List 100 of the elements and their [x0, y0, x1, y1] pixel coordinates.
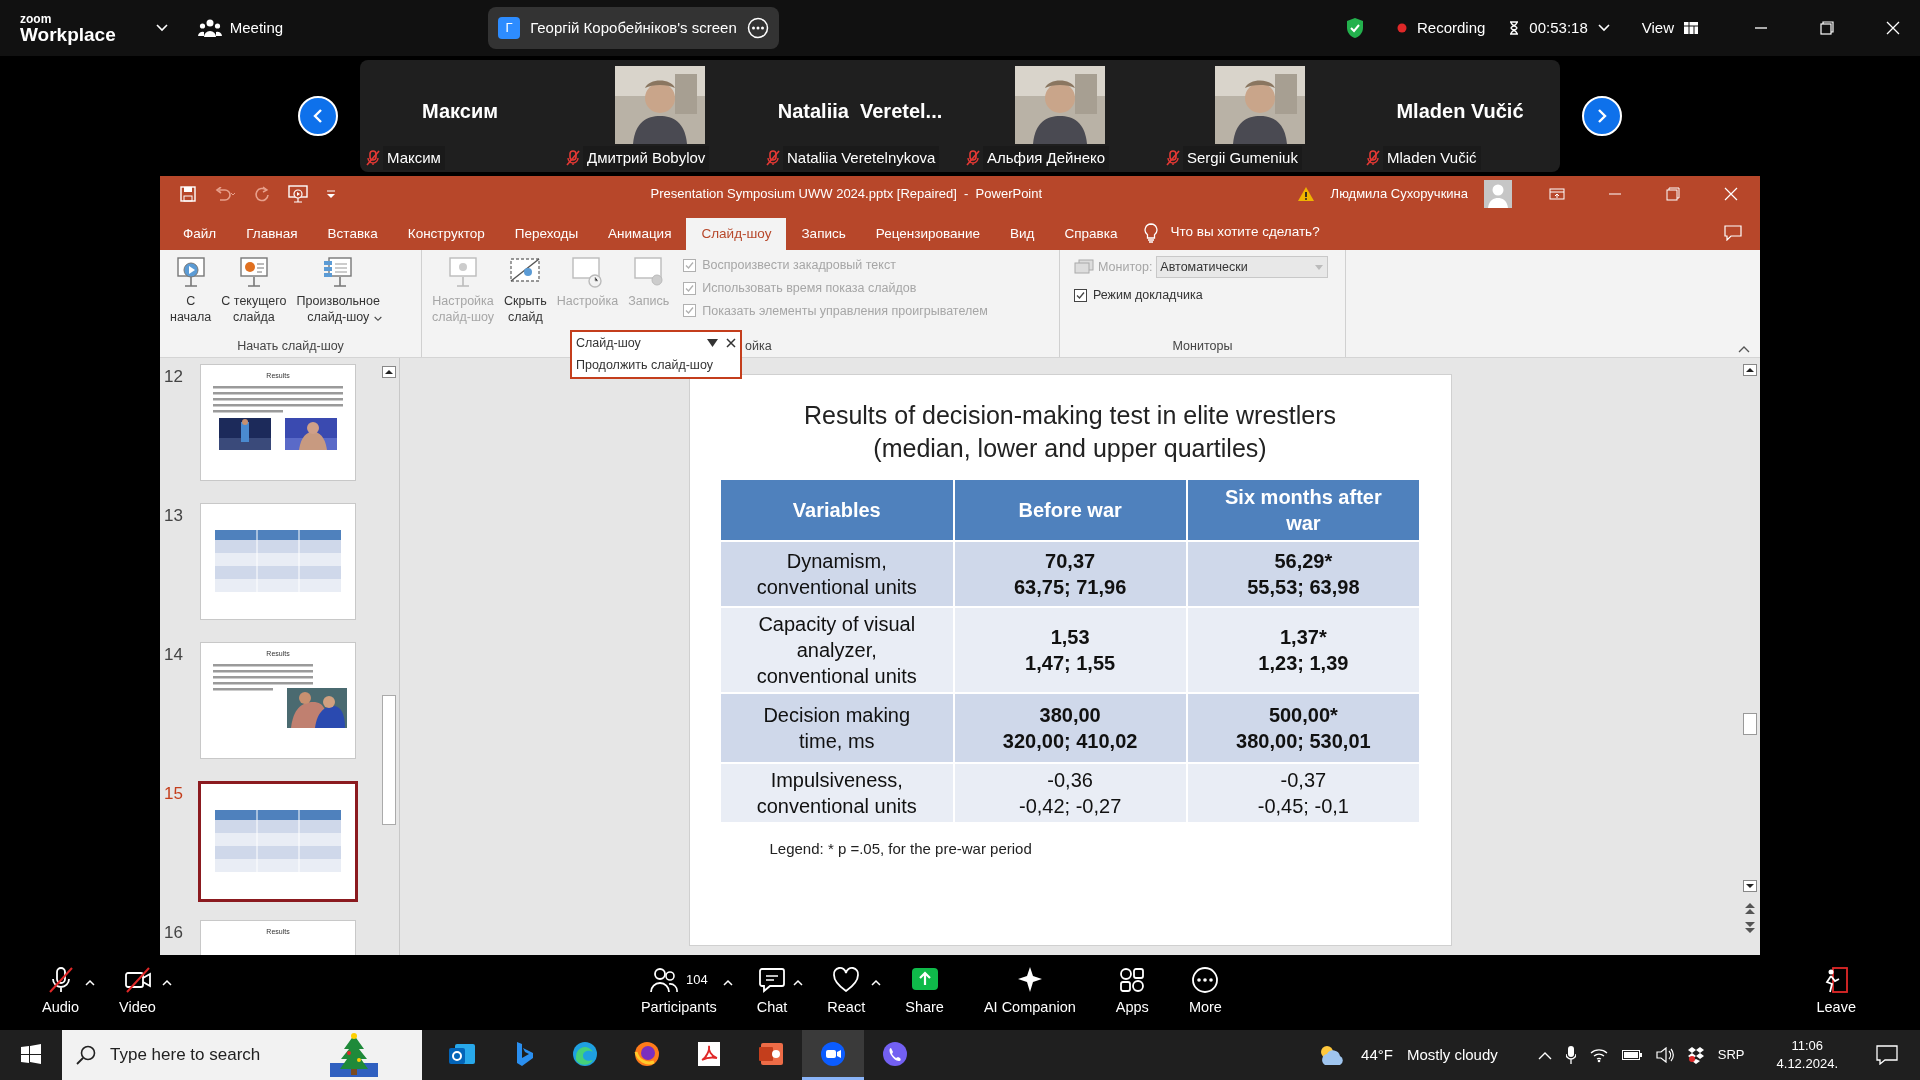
table-cell: Dynamism, conventional units — [720, 541, 954, 607]
caret-icon — [871, 978, 882, 986]
checkbox[interactable] — [1074, 288, 1087, 302]
restore-icon[interactable] — [1820, 21, 1834, 35]
toolbar-button[interactable]: Apps — [1109, 966, 1155, 1019]
table-cell: Capacity of visual analyzer, conventional units — [720, 607, 954, 693]
search-field[interactable]: Type here to search — [108, 1041, 318, 1069]
screen-share-indicator[interactable]: Г Георгій Коробейніков's screen — [488, 7, 779, 49]
monitor-label: Монитор: — [1098, 258, 1153, 276]
weather-text: Mostly cloudy — [1406, 1044, 1498, 1065]
table-cell: Decision making time, ms — [720, 693, 954, 763]
dropdown-icon[interactable] — [707, 339, 718, 348]
user-name[interactable]: Людмила Сухоручкина — [1330, 184, 1468, 204]
toolbar-button[interactable]: AI Companion — [977, 966, 1082, 1019]
next-slide-icon[interactable] — [1744, 921, 1756, 933]
undo-icon[interactable] — [214, 187, 236, 201]
ribbon-tab[interactable]: Анимация — [593, 218, 687, 250]
microphone-icon[interactable] — [1565, 1046, 1576, 1064]
muted-mic-icon — [1166, 149, 1180, 166]
toolbar-button[interactable]: Chat — [750, 966, 794, 1019]
collapse-ribbon-icon[interactable] — [1738, 345, 1750, 353]
more-icon — [1191, 966, 1220, 995]
ribbon-tab[interactable]: Вид — [995, 218, 1050, 250]
share-label: Георгій Коробейніков's screen — [530, 17, 737, 38]
ribbon-tab[interactable]: Запись — [786, 218, 861, 250]
toolbar-button[interactable]: Share — [899, 966, 950, 1019]
slide-number: 14 — [164, 644, 184, 666]
scroll-up-icon[interactable] — [382, 366, 396, 378]
caret-icon[interactable] — [1597, 24, 1610, 32]
scroll-up-icon[interactable] — [1743, 364, 1757, 376]
ribbon-tab[interactable]: Конструктор — [392, 218, 500, 250]
participant-label: Nataliia Veretelnykova — [783, 145, 940, 170]
caret-icon[interactable] — [155, 24, 168, 32]
dropdown-icon[interactable] — [373, 315, 382, 324]
box-icon[interactable] — [1687, 1046, 1704, 1064]
slide-number: 15 — [164, 783, 184, 805]
customize-icon[interactable] — [326, 189, 336, 199]
table-cell: -0,37 -0,45; -0,1 — [1186, 763, 1420, 823]
column-header: Before war — [953, 479, 1187, 541]
popup-title: Слайд-шоу — [576, 335, 641, 352]
language-indicator[interactable]: SRP — [1717, 1045, 1745, 1065]
meeting-button[interactable]: Meeting — [229, 16, 284, 40]
scrollbar-thumb[interactable] — [382, 695, 396, 825]
save-icon[interactable] — [180, 186, 196, 202]
table-cell: Impulsiveness, conventional units — [720, 763, 954, 823]
caret-icon — [722, 978, 733, 986]
more-icon[interactable] — [746, 17, 769, 39]
ribbon-button[interactable]: Произвольное слайд-шоу — [292, 254, 384, 328]
ribbon-tab[interactable]: Переходы — [499, 218, 594, 250]
previous-slide-icon[interactable] — [1744, 903, 1756, 915]
toolbar-button[interactable]: Leave — [1810, 966, 1862, 1019]
clock-date[interactable]: 4.12.2024. — [1776, 1055, 1838, 1073]
speaker-icon[interactable] — [1655, 1047, 1674, 1063]
slide-thumbnail[interactable] — [198, 781, 358, 902]
slide-title: Results of decision-making test in elite wrestlers (median, lower and upper quartiles) — [802, 400, 1338, 464]
scrollbar-thumb[interactable] — [1743, 713, 1757, 735]
ribbon-tab[interactable]: Главная — [231, 218, 313, 250]
toolbar-button[interactable]: 104 Participants — [634, 966, 723, 1019]
toolbar-button[interactable]: React — [821, 966, 872, 1019]
participant-label: Дмитрий Bobylov — [583, 145, 710, 170]
ribbon-button[interactable]: С начала — [166, 254, 216, 328]
ribbon-button[interactable]: С текущего слайда — [217, 254, 291, 328]
clock-time[interactable]: 11:06 — [1791, 1037, 1824, 1055]
muted-mic-icon — [1366, 149, 1380, 166]
table-cell: 1,37* 1,23; 1,39 — [1186, 607, 1420, 693]
toolbar-button[interactable]: Audio — [36, 966, 86, 1019]
table-cell: 500,00* 380,00; 530,01 — [1186, 693, 1420, 763]
ribbon-tab[interactable]: Вставка — [312, 218, 393, 250]
chevron-up-icon[interactable] — [1537, 1050, 1552, 1060]
wifi-icon[interactable] — [1589, 1047, 1608, 1063]
toolbar-button[interactable]: More — [1182, 966, 1228, 1019]
battery-icon[interactable] — [1621, 1049, 1642, 1061]
comment-icon[interactable] — [1724, 225, 1742, 241]
view-button[interactable]: View — [1641, 16, 1674, 40]
monitor-select[interactable]: Автоматически — [1156, 256, 1329, 278]
ribbon-tab[interactable]: Рецензирование — [860, 218, 995, 250]
search-box[interactable]: Type here to search — [62, 1030, 422, 1080]
ribbon-tab[interactable]: Слайд-шоу — [686, 218, 787, 250]
scroll-down-icon[interactable] — [1743, 880, 1757, 892]
toolbar-button[interactable]: Video — [113, 966, 162, 1019]
menu-item[interactable]: Продолжить слайд-шоу — [576, 355, 736, 375]
notification-icon[interactable] — [1876, 1045, 1898, 1065]
pdf-app-icon — [695, 1039, 723, 1068]
close-icon — [1724, 187, 1738, 201]
close-icon[interactable] — [726, 338, 736, 349]
tell-me-field[interactable]: Что вы хотите сделать? — [1170, 221, 1320, 242]
video-camera-icon — [123, 966, 152, 995]
phone-app-icon — [881, 1039, 909, 1068]
muted-mic-icon — [366, 149, 380, 166]
ribbon-tab[interactable]: Файл — [168, 218, 232, 250]
taskbar-button[interactable] — [802, 1030, 864, 1080]
presentation-icon[interactable] — [288, 185, 308, 203]
ribbon-tab[interactable]: Справка — [1049, 218, 1133, 250]
ribbon-button[interactable]: Скрыть слайд — [500, 254, 551, 328]
previous-page-button[interactable] — [298, 96, 338, 136]
redo-icon[interactable] — [254, 186, 270, 202]
recording-label[interactable]: Recording — [1417, 16, 1486, 40]
group-label: ойка — [745, 339, 772, 353]
next-page-button[interactable] — [1582, 96, 1622, 136]
table-cell: 380,00 320,00; 410,02 — [953, 693, 1187, 763]
